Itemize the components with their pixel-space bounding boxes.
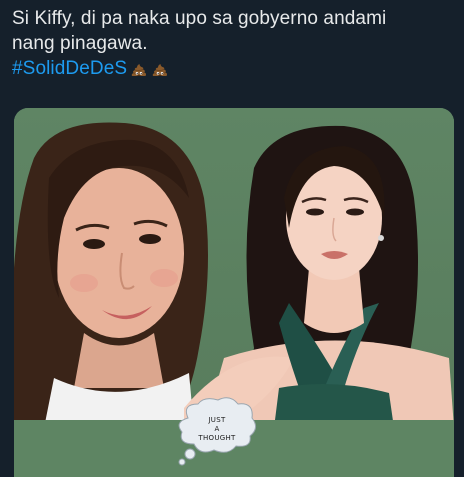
bubble-line: A: [214, 425, 220, 433]
tweet-body: Si Kiffy, di pa naka upo sa gobyerno and…: [12, 6, 452, 81]
tweet-text-line-1: Si Kiffy, di pa naka upo sa gobyerno and…: [12, 8, 387, 29]
tweet-view: Si Kiffy, di pa naka upo sa gobyerno and…: [0, 0, 464, 477]
pile-of-poo-icon: [151, 61, 169, 79]
hashtag-line: #SolidDeDeS: [12, 56, 452, 81]
hashtag-link[interactable]: #SolidDeDeS: [12, 56, 127, 81]
tweet-media-image[interactable]: JUST A THOUGHT: [14, 108, 454, 477]
pile-of-poo-icon: [130, 61, 148, 79]
right-portrait-photo: [184, 108, 454, 428]
thought-bubble: JUST A THOUGHT: [174, 396, 260, 466]
bubble-line: THOUGHT: [198, 434, 236, 442]
thought-bubble-text: JUST A THOUGHT: [174, 416, 260, 443]
tweet-text-line-2: nang pinagawa.: [12, 33, 148, 54]
bubble-line: JUST: [208, 416, 226, 424]
